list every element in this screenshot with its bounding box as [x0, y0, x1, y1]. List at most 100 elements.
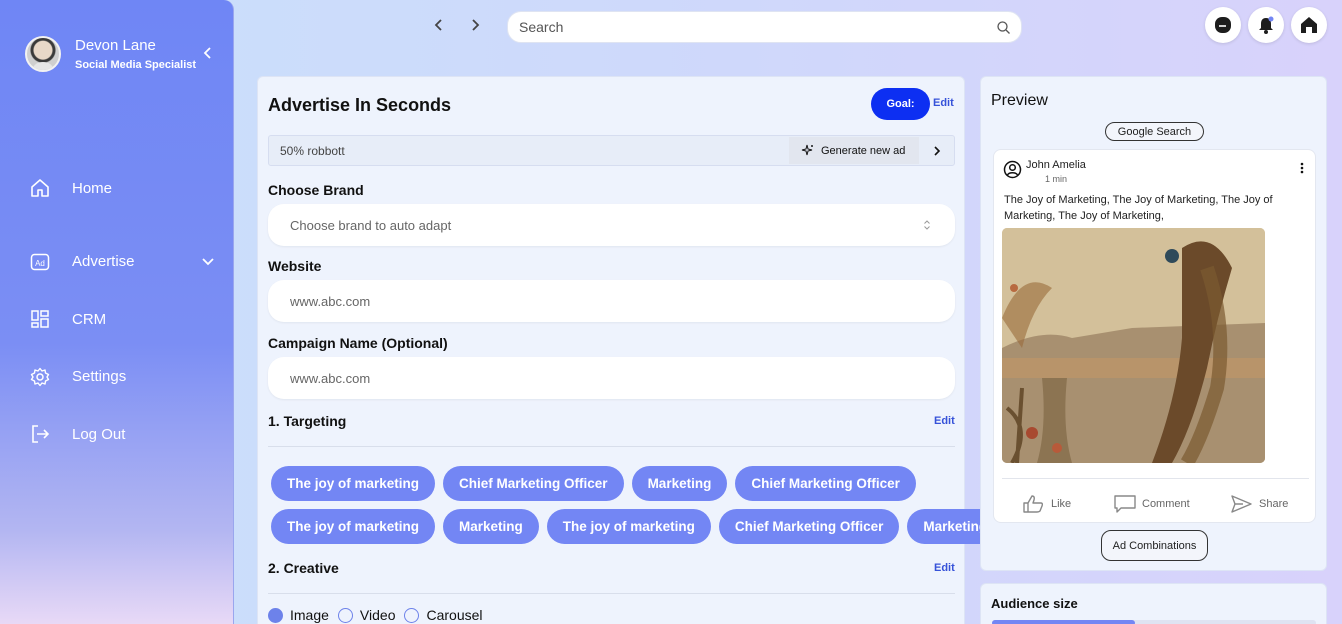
profile-name: Devon Lane [75, 37, 156, 54]
chevron-left-icon[interactable] [203, 46, 213, 60]
grid-icon [31, 310, 49, 328]
forward-arrow-icon[interactable] [469, 17, 481, 33]
divider [1002, 478, 1309, 479]
sidebar-item-settings[interactable]: Settings [30, 348, 220, 406]
goal-button[interactable]: Goal: [871, 88, 930, 120]
sidebar-item-crm[interactable]: CRM [30, 291, 220, 349]
website-label: Website [268, 258, 322, 274]
channel-pill[interactable]: Google Search [1105, 122, 1204, 141]
goal-edit-link[interactable]: Edit [933, 97, 954, 109]
comment-icon [1114, 495, 1136, 513]
tag-row: The joy of marketing Chief Marketing Off… [271, 466, 951, 501]
post-username: John Amelia [1026, 159, 1086, 171]
advertise-form-card: Advertise In Seconds Goal: Edit 50% robb… [257, 76, 1004, 624]
creative-title: 2. Creative [268, 560, 339, 576]
chat-button[interactable] [1205, 7, 1241, 43]
svg-text:Ad: Ad [35, 259, 45, 268]
sidebar-item-label: CRM [72, 310, 107, 328]
radio-carousel[interactable] [404, 607, 420, 623]
sidebar-item-label: Settings [72, 368, 127, 386]
page-title: Advertise In Seconds [268, 95, 452, 115]
post-timestamp: 1 min [1045, 174, 1068, 184]
share-label: Share [1259, 498, 1289, 510]
post-text: The Joy of Marketing, The Joy of Marketi… [1004, 194, 1273, 222]
targeting-tag[interactable]: The joy of marketing [271, 466, 436, 501]
prompt-value: 50% robbott [280, 144, 345, 158]
targeting-tag[interactable]: The joy of marketing [271, 509, 436, 544]
targeting-tag[interactable]: Marketing [631, 466, 728, 501]
audience-card: Audience size [980, 583, 1327, 624]
chevron-right-icon[interactable] [933, 145, 941, 157]
campaign-name-field[interactable]: www.abc.com [268, 357, 955, 399]
like-button[interactable]: Like [1023, 495, 1071, 513]
profile[interactable]: Devon Lane Social Media Specialist [25, 36, 196, 72]
divider [268, 593, 955, 594]
back-arrow-icon[interactable] [433, 17, 445, 33]
comment-button[interactable]: Comment [1114, 495, 1190, 513]
post-image [1002, 228, 1265, 463]
gear-icon [30, 367, 50, 386]
targeting-edit-link[interactable]: Edit [934, 415, 955, 427]
brand-label: Choose Brand [268, 182, 364, 198]
targeting-tag[interactable]: Chief Marketing Officer [443, 466, 624, 501]
sidebar-item-logout[interactable]: Log Out [30, 406, 220, 464]
audience-title: Audience size [991, 596, 1078, 611]
radio-label: Carousel [426, 607, 483, 623]
creative-edit-link[interactable]: Edit [934, 562, 955, 574]
generate-new-ad-button[interactable]: Generate new ad [789, 137, 919, 164]
sparkle-icon [801, 144, 813, 156]
sidebar-item-advertise[interactable]: Ad Advertise [30, 233, 220, 291]
house-icon [1301, 17, 1317, 33]
website-placeholder: www.abc.com [290, 293, 371, 309]
preview-title: Preview [991, 92, 1048, 109]
home-icon [31, 179, 49, 197]
search-icon[interactable] [996, 20, 1011, 35]
campaign-label: Campaign Name (Optional) [268, 335, 448, 351]
ad-combinations-button[interactable]: Ad Combinations [1101, 530, 1208, 561]
sidebar-nav: Home Ad Advertise CRM Settings Log Out [30, 176, 220, 463]
audience-size-bar [992, 620, 1316, 624]
search-input[interactable]: Search [507, 11, 1022, 43]
avatar [25, 36, 61, 72]
radio-image[interactable] [268, 607, 283, 623]
radio-label: Image [290, 607, 329, 623]
ad-post-preview: John Amelia 1 min The Joy of Marketing, … [993, 149, 1316, 523]
share-button[interactable]: Share [1231, 495, 1288, 513]
sidebar-item-label: Home [72, 179, 113, 197]
generate-label: Generate new ad [821, 144, 906, 157]
targeting-title: 1. Targeting [268, 413, 347, 429]
like-label: Like [1051, 498, 1072, 510]
chat-icon [1215, 17, 1231, 33]
sidebar: Devon Lane Social Media Specialist Home … [0, 0, 234, 624]
sidebar-item-home[interactable]: Home [30, 176, 220, 200]
sidebar-item-label: Advertise [72, 253, 135, 271]
radio-label: Video [359, 607, 396, 623]
preview-card: Preview Google Search John Amelia 1 min … [980, 76, 1327, 571]
targeting-tag[interactable]: The joy of marketing [546, 509, 711, 544]
profile-role: Social Media Specialist [75, 59, 197, 71]
send-icon [1231, 495, 1252, 513]
more-vertical-icon[interactable] [1300, 162, 1304, 174]
targeting-tag[interactable]: Chief Marketing Officer [735, 466, 916, 501]
peacock-illustration [1002, 228, 1265, 463]
home-button[interactable] [1291, 7, 1327, 43]
campaign-placeholder: www.abc.com [290, 370, 371, 386]
notifications-button[interactable] [1248, 7, 1284, 43]
brand-select[interactable]: Choose brand to auto adapt [268, 204, 955, 246]
tag-row: The joy of marketing Marketing The joy o… [271, 509, 1004, 544]
bell-icon [1259, 16, 1274, 34]
ad-icon: Ad [30, 253, 50, 270]
chevron-down-icon[interactable] [202, 258, 214, 266]
targeting-tag[interactable]: Chief Marketing Officer [718, 509, 900, 544]
targeting-tag[interactable]: Marketing [443, 509, 539, 544]
thumbs-up-icon [1023, 495, 1044, 513]
brand-placeholder: Choose brand to auto adapt [290, 217, 452, 233]
prompt-input[interactable]: 50% robbott Generate new ad [268, 135, 955, 166]
logout-icon [32, 425, 50, 444]
radio-video[interactable] [337, 607, 353, 623]
website-field[interactable]: www.abc.com [268, 280, 955, 322]
user-icon [1003, 160, 1022, 179]
divider [268, 446, 955, 447]
creative-type-radios: Image Video Carousel [268, 607, 492, 623]
sidebar-item-label: Log Out [72, 425, 126, 443]
